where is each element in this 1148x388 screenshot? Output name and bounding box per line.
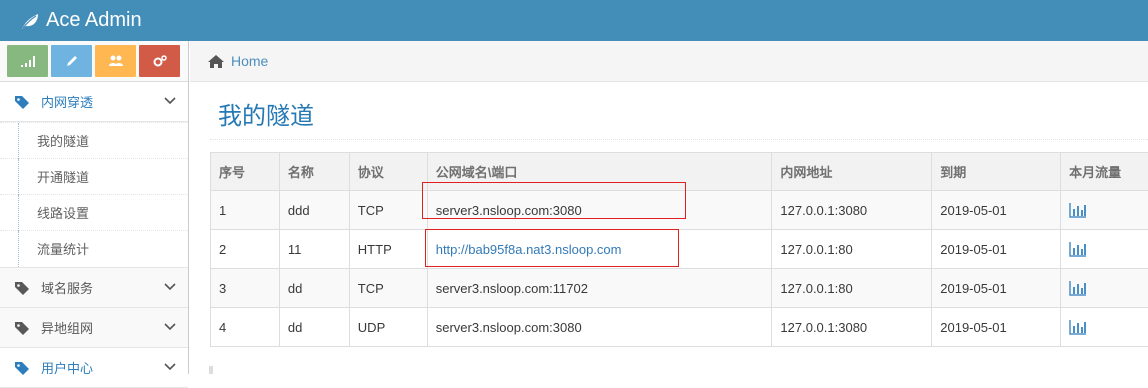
cell-index: 3 (211, 269, 280, 308)
submenu-item-open-tunnel[interactable]: 开通隧道 (0, 158, 188, 194)
table-row: 3 dd TCP server3.nsloop.com:11702 127.0.… (211, 269, 1148, 308)
submenu-item-my-tunnels[interactable]: 我的隧道 (0, 122, 188, 158)
cell-name: dd (279, 269, 349, 308)
cell-expiry: 2019-05-01 (932, 269, 1061, 308)
bar-chart-icon[interactable] (1069, 202, 1087, 218)
cell-protocol: TCP (349, 191, 427, 230)
tag-icon (14, 95, 30, 109)
column-header[interactable]: 公网域名\端口 (427, 153, 772, 191)
sidebar-shortcuts (0, 41, 188, 82)
page-title: 我的隧道 (218, 96, 314, 131)
submenu-item-line-settings[interactable]: 线路设置 (0, 194, 188, 230)
cogs-icon (152, 54, 168, 68)
table-row: 4 dd UDP server3.nsloop.com:3080 127.0.0… (211, 308, 1148, 347)
cell-expiry: 2019-05-01 (932, 191, 1061, 230)
sidebar-item-label: 异地组网 (41, 318, 93, 337)
sidebar-item-label: 用户中心 (41, 358, 93, 377)
cell-index: 4 (211, 308, 280, 347)
cell-traffic (1061, 308, 1148, 347)
cell-local-address: 127.0.0.1:80 (772, 269, 932, 308)
chevron-down-icon (164, 363, 176, 371)
submenu-label: 线路设置 (37, 203, 89, 222)
cell-public-address: http://bab95f8a.nat3.nsloop.com (427, 230, 772, 269)
submenu-label: 流量统计 (37, 239, 89, 258)
column-header[interactable]: 到期 (932, 153, 1061, 191)
brand-title: Ace Admin (46, 9, 142, 32)
shortcut-stats-button[interactable] (7, 45, 48, 77)
sidebar-item-label: 内网穿透 (41, 92, 93, 111)
column-header[interactable]: 内网地址 (772, 153, 932, 191)
breadcrumb-home-label: Home (231, 53, 268, 69)
chevron-down-icon (164, 97, 176, 105)
column-header[interactable]: 协议 (349, 153, 427, 191)
table-row: 2 11 HTTP http://bab95f8a.nat3.nsloop.co… (211, 230, 1148, 269)
sidebar-item-domain[interactable]: 域名服务 (0, 268, 188, 308)
cell-public-address: server3.nsloop.com:3080 (427, 191, 772, 230)
cell-index: 1 (211, 191, 280, 230)
breadcrumb: Home (190, 41, 1148, 82)
users-icon (108, 54, 124, 68)
cell-expiry: 2019-05-01 (932, 230, 1061, 269)
table-header-row: 序号 名称 协议 公网域名\端口 内网地址 到期 本月流量 (211, 153, 1148, 191)
brand[interactable]: Ace Admin (20, 0, 142, 41)
divider (210, 139, 1148, 140)
shortcut-settings-button[interactable] (139, 45, 180, 77)
shortcut-users-button[interactable] (95, 45, 136, 77)
cell-protocol: UDP (349, 308, 427, 347)
chevron-down-icon (164, 283, 176, 291)
shortcut-edit-button[interactable] (51, 45, 92, 77)
column-header[interactable]: 名称 (279, 153, 349, 191)
sidebar: 内网穿透 我的隧道 开通隧道 线路设置 流量统计 域名服务 (0, 41, 189, 374)
signal-icon (20, 54, 36, 68)
table-row: 1 ddd TCP server3.nsloop.com:3080 127.0.… (211, 191, 1148, 230)
cell-local-address: 127.0.0.1:3080 (772, 308, 932, 347)
cell-name: ddd (279, 191, 349, 230)
submenu-item-traffic-stats[interactable]: 流量统计 (0, 230, 188, 266)
tag-icon (14, 361, 30, 375)
bar-chart-icon[interactable] (1069, 241, 1087, 257)
cell-protocol: HTTP (349, 230, 427, 269)
cell-name: dd (279, 308, 349, 347)
chevron-down-icon (164, 323, 176, 331)
tag-icon (14, 281, 30, 295)
home-icon (207, 54, 225, 69)
bar-chart-icon[interactable] (1069, 319, 1087, 335)
sidebar-submenu: 我的隧道 开通隧道 线路设置 流量统计 (0, 122, 188, 268)
cell-local-address: 127.0.0.1:80 (772, 230, 932, 269)
bar-chart-icon[interactable] (1069, 280, 1087, 296)
scrollbar[interactable] (209, 366, 213, 374)
leaf-icon (20, 12, 40, 30)
cell-index: 2 (211, 230, 280, 269)
public-address-link[interactable]: http://bab95f8a.nat3.nsloop.com (436, 242, 622, 257)
cell-traffic (1061, 191, 1148, 230)
top-navbar: Ace Admin (0, 0, 1148, 41)
cell-name: 11 (279, 230, 349, 269)
column-header[interactable]: 序号 (211, 153, 280, 191)
cell-traffic (1061, 230, 1148, 269)
cell-protocol: TCP (349, 269, 427, 308)
submenu-label: 开通隧道 (37, 167, 89, 186)
cell-public-address: server3.nsloop.com:3080 (427, 308, 772, 347)
pencil-icon (64, 54, 80, 68)
cell-traffic (1061, 269, 1148, 308)
tag-icon (14, 321, 30, 335)
sidebar-item-label: 域名服务 (41, 278, 93, 297)
submenu-label: 我的隧道 (37, 131, 89, 150)
cell-local-address: 127.0.0.1:3080 (772, 191, 932, 230)
sidebar-item-network[interactable]: 异地组网 (0, 308, 188, 348)
cell-expiry: 2019-05-01 (932, 308, 1061, 347)
sidebar-item-nwct[interactable]: 内网穿透 (0, 82, 188, 122)
column-header[interactable]: 本月流量 (1061, 153, 1148, 191)
cell-public-address: server3.nsloop.com:11702 (427, 269, 772, 308)
sidebar-item-user-center[interactable]: 用户中心 (0, 348, 188, 388)
breadcrumb-home[interactable]: Home (207, 53, 268, 69)
tunnel-table: 序号 名称 协议 公网域名\端口 内网地址 到期 本月流量 1 ddd TCP … (210, 152, 1148, 347)
